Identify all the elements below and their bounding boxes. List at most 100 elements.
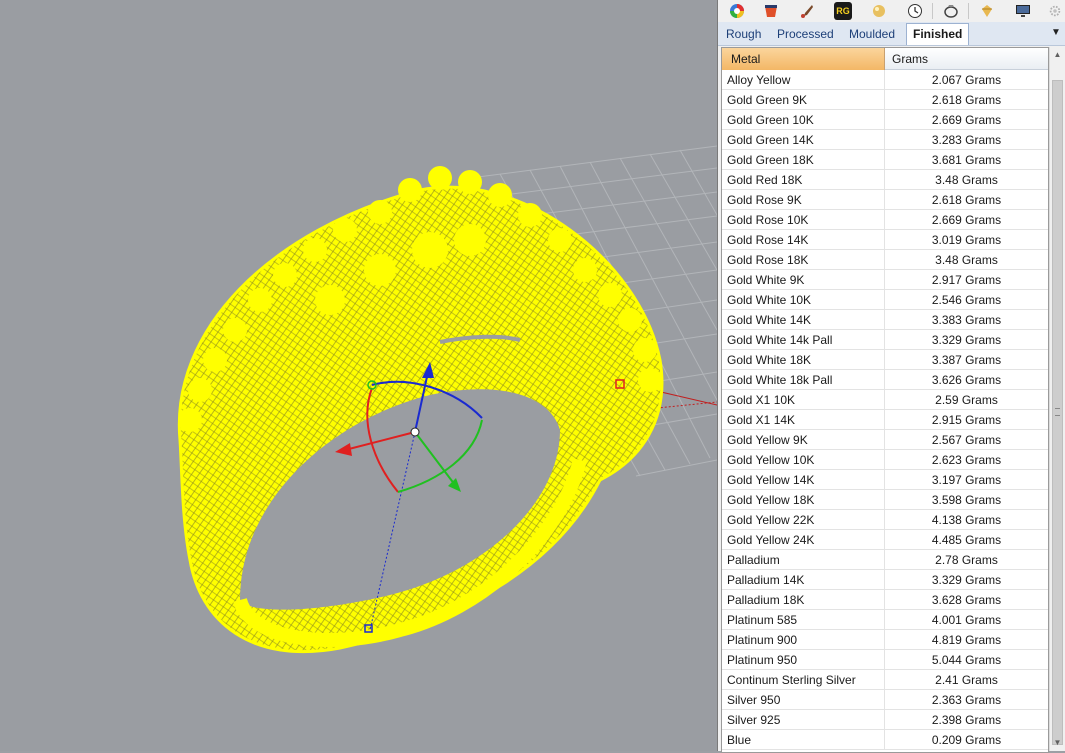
settings-icon[interactable] <box>1046 2 1064 20</box>
table-row[interactable]: Gold Yellow 22K 4.138 Grams <box>722 510 1048 530</box>
table-row[interactable]: Gold X1 14K 2.915 Grams <box>722 410 1048 430</box>
scroll-thumb[interactable] <box>1052 80 1063 745</box>
table-row[interactable]: Alloy Yellow 2.067 Grams <box>722 70 1048 90</box>
table-row[interactable]: Gold White 14k Pall 3.329 Grams <box>722 330 1048 350</box>
metal-name-cell: Gold White 18k Pall <box>722 370 885 389</box>
grams-value-cell: 3.283 Grams <box>931 133 1002 147</box>
table-row[interactable]: Gold Yellow 18K 3.598 Grams <box>722 490 1048 510</box>
table-row[interactable]: Gold Red 18K 3.48 Grams <box>722 170 1048 190</box>
metal-name-cell: Gold White 9K <box>722 270 885 289</box>
table-row[interactable]: Gold Green 14K 3.283 Grams <box>722 130 1048 150</box>
metal-name-cell: Alloy Yellow <box>722 70 885 89</box>
table-row[interactable]: Gold Rose 18K 3.48 Grams <box>722 250 1048 270</box>
table-row[interactable]: Gold Green 18K 3.681 Grams <box>722 150 1048 170</box>
metal-name-cell: Gold Yellow 10K <box>722 450 885 469</box>
metal-name-cell: Gold X1 14K <box>722 410 885 429</box>
table-row[interactable]: Gold White 10K 2.546 Grams <box>722 290 1048 310</box>
table-row[interactable]: Palladium 2.78 Grams <box>722 550 1048 570</box>
render-icon[interactable] <box>762 2 780 20</box>
rg-plugin-icon[interactable]: RG <box>834 2 852 20</box>
grams-value-cell: 2.669 Grams <box>931 213 1002 227</box>
metal-name-cell: Palladium 18K <box>722 590 885 609</box>
table-row[interactable]: Silver 925 2.398 Grams <box>722 710 1048 730</box>
grams-value-cell: 3.197 Grams <box>931 473 1002 487</box>
metal-name-cell: Platinum 950 <box>722 650 885 669</box>
weight-stage-tabs: Rough Processed Moulded Finished ▼ <box>718 22 1065 46</box>
material-ball-icon[interactable] <box>870 2 888 20</box>
table-row[interactable]: Gold Rose 14K 3.019 Grams <box>722 230 1048 250</box>
metal-name-cell: Gold Red 18K <box>722 170 885 189</box>
scroll-grip-icon <box>1055 408 1060 416</box>
metal-name-cell: Continum Sterling Silver <box>722 670 885 689</box>
table-row[interactable]: Palladium 18K 3.628 Grams <box>722 590 1048 610</box>
grams-value-cell: 2.546 Grams <box>931 293 1002 307</box>
table-row[interactable]: Gold Rose 10K 2.669 Grams <box>722 210 1048 230</box>
column-header-grams[interactable]: Grams <box>885 48 1048 70</box>
table-row[interactable]: Gold Rose 9K 2.618 Grams <box>722 190 1048 210</box>
grams-value-cell: 5.044 Grams <box>931 653 1002 667</box>
grams-value-cell: 2.618 Grams <box>931 93 1002 107</box>
3d-viewport[interactable] <box>0 0 717 751</box>
table-row[interactable]: Gold Yellow 10K 2.623 Grams <box>722 450 1048 470</box>
brush-icon[interactable] <box>798 2 816 20</box>
table-row[interactable]: Platinum 950 5.044 Grams <box>722 650 1048 670</box>
metal-name-cell: Gold Yellow 14K <box>722 470 885 489</box>
color-wheel-icon[interactable] <box>728 2 746 20</box>
clock-icon[interactable] <box>906 2 924 20</box>
tab-finished[interactable]: Finished <box>906 23 970 45</box>
ring-icon[interactable] <box>942 2 960 20</box>
scroll-down-arrow-icon[interactable]: ▼ <box>1052 737 1063 748</box>
grams-value-cell: 2.618 Grams <box>931 193 1002 207</box>
grams-value-cell: 4.001 Grams <box>931 613 1002 627</box>
table-row[interactable]: Gold Green 10K 2.669 Grams <box>722 110 1048 130</box>
metal-name-cell: Blue <box>722 730 885 749</box>
grams-value-cell: 2.917 Grams <box>931 273 1002 287</box>
scroll-up-arrow-icon[interactable]: ▲ <box>1052 49 1063 60</box>
column-header-metal[interactable]: Metal <box>722 48 885 70</box>
tab-rough[interactable]: Rough <box>720 25 767 44</box>
tab-menu-dropdown-icon[interactable]: ▼ <box>1050 27 1062 39</box>
grams-value-cell: 4.485 Grams <box>931 533 1002 547</box>
grams-value-cell: 3.628 Grams <box>931 593 1002 607</box>
metal-name-cell: Gold Yellow 9K <box>722 430 885 449</box>
tab-processed[interactable]: Processed <box>771 25 840 44</box>
tab-moulded[interactable]: Moulded <box>843 25 901 44</box>
grams-value-cell: 2.669 Grams <box>931 113 1002 127</box>
metal-name-cell: Gold X1 10K <box>722 390 885 409</box>
grams-value-cell: 2.363 Grams <box>931 693 1002 707</box>
table-row[interactable]: Gold X1 10K 2.59 Grams <box>722 390 1048 410</box>
table-row[interactable]: Gold Yellow 14K 3.197 Grams <box>722 470 1048 490</box>
table-row[interactable]: Gold White 18K 3.387 Grams <box>722 350 1048 370</box>
grams-value-cell: 3.48 Grams <box>935 173 998 187</box>
grams-value-cell: 2.567 Grams <box>931 433 1002 447</box>
table-row[interactable]: Silver 950 2.363 Grams <box>722 690 1048 710</box>
grams-value-cell: 3.387 Grams <box>931 353 1002 367</box>
table-row[interactable]: Blue 0.209 Grams <box>722 730 1048 750</box>
grams-value-cell: 2.59 Grams <box>935 393 998 407</box>
metal-name-cell: Gold Rose 9K <box>722 190 885 209</box>
metal-name-cell: Gold Green 18K <box>722 150 885 169</box>
gem-icon[interactable] <box>978 2 996 20</box>
grams-value-cell: 3.329 Grams <box>931 333 1002 347</box>
table-row[interactable]: Gold Green 9K 2.618 Grams <box>722 90 1048 110</box>
table-row[interactable]: Continum Sterling Silver 2.41 Grams <box>722 670 1048 690</box>
table-row[interactable]: Gold White 14K 3.383 Grams <box>722 310 1048 330</box>
monitor-icon[interactable] <box>1014 2 1032 20</box>
grams-value-cell: 3.019 Grams <box>931 233 1002 247</box>
grams-value-cell: 2.78 Grams <box>935 553 998 567</box>
metal-name-cell: Gold Yellow 24K <box>722 530 885 549</box>
metal-name-cell: Platinum 900 <box>722 630 885 649</box>
viewport-canvas[interactable] <box>0 0 717 751</box>
table-row[interactable]: Platinum 900 4.819 Grams <box>722 630 1048 650</box>
table-row[interactable]: Gold White 9K 2.917 Grams <box>722 270 1048 290</box>
grams-value-cell: 3.681 Grams <box>931 153 1002 167</box>
table-body: Alloy Yellow 2.067 Grams Gold Green 9K 2.61… <box>722 70 1048 750</box>
table-row[interactable]: Gold Yellow 24K 4.485 Grams <box>722 530 1048 550</box>
grams-value-cell: 2.623 Grams <box>931 453 1002 467</box>
table-row[interactable]: Palladium 14K 3.329 Grams <box>722 570 1048 590</box>
table-row[interactable]: Gold White 18k Pall 3.626 Grams <box>722 370 1048 390</box>
table-row[interactable]: Platinum 585 4.001 Grams <box>722 610 1048 630</box>
vertical-scrollbar[interactable]: ▲ ▼ <box>1049 47 1065 751</box>
metal-name-cell: Gold White 14K <box>722 310 885 329</box>
table-row[interactable]: Gold Yellow 9K 2.567 Grams <box>722 430 1048 450</box>
